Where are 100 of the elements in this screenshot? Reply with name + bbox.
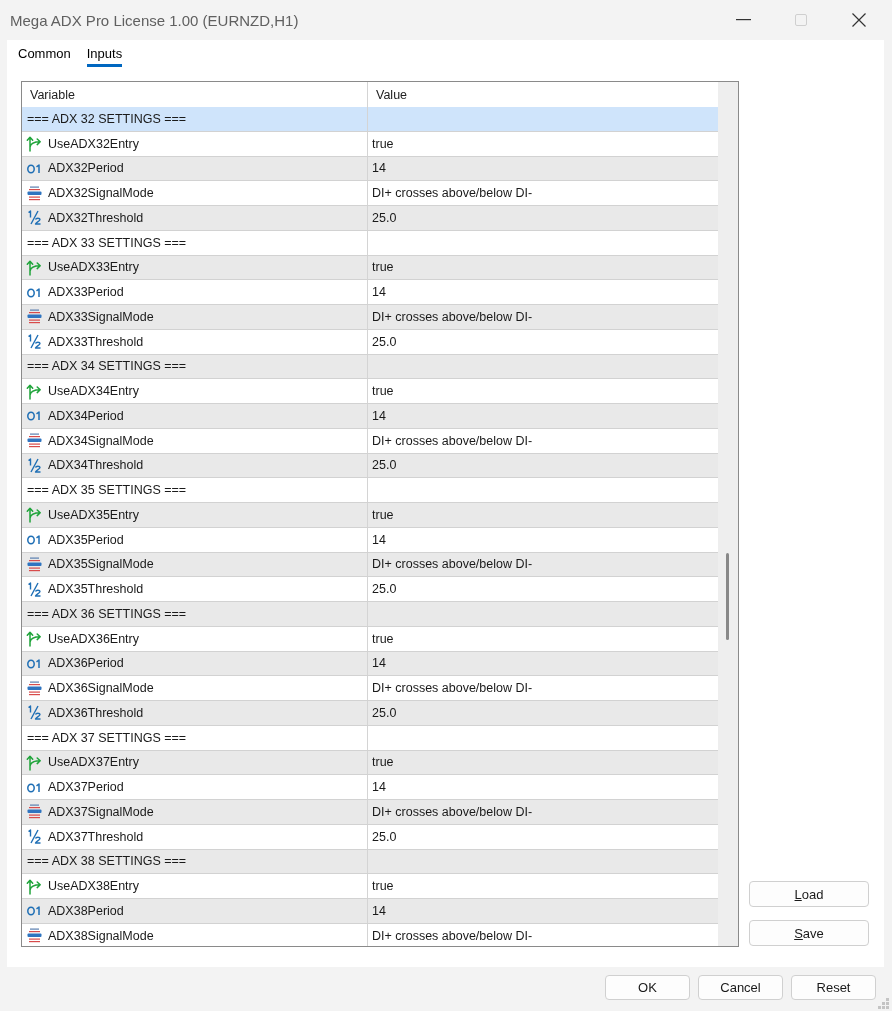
table-row[interactable]: ADX32Threshold 25.0 — [22, 206, 718, 231]
variable-name: ADX32Threshold — [48, 210, 144, 225]
table-row[interactable]: ADX38Period 14 — [22, 899, 718, 924]
variable-name: ADX36SignalMode — [48, 681, 154, 696]
value-text: 14 — [372, 780, 386, 795]
table-row[interactable]: ADX33Threshold 25.0 — [22, 329, 718, 355]
value-text: true — [372, 260, 394, 275]
scrollbar-track[interactable] — [718, 82, 738, 946]
table-row[interactable]: ADX37Period 14 — [22, 775, 718, 800]
value-text: DI+ crosses above/below DI- — [372, 804, 533, 819]
variable-name: ADX35SignalMode — [48, 557, 154, 572]
tab[interactable]: Inputs — [86, 46, 123, 67]
value-text: true — [372, 136, 394, 151]
variable-name: ADX37Threshold — [48, 829, 144, 844]
table-row[interactable]: ADX36SignalMode DI+ crosses above/below DI- — [22, 676, 718, 701]
value-text: DI+ crosses above/below DI- — [372, 557, 533, 572]
variable-name: ADX34Period — [48, 408, 124, 423]
table-row[interactable]: ADX33SignalMode DI+ crosses above/below DI- — [22, 305, 718, 330]
table-row[interactable]: === ADX 36 SETTINGS === — [22, 602, 718, 627]
table-row[interactable]: ADX35Threshold 25.0 — [22, 577, 718, 602]
close-icon — [852, 13, 866, 27]
fraction-icon — [26, 704, 43, 722]
window-title: Mega ADX Pro License 1.00 (EURNZD,H1) — [10, 11, 300, 29]
side-button[interactable]: Save — [749, 920, 869, 946]
scrollbar-thumb[interactable] — [726, 553, 729, 640]
list-lines-icon — [26, 679, 43, 697]
variable-name: ADX36Period — [48, 656, 124, 671]
table-row[interactable]: UseADX36Entry true — [22, 626, 718, 652]
variable-name: === ADX 33 SETTINGS === — [27, 235, 187, 250]
table-row[interactable]: === ADX 37 SETTINGS === — [22, 725, 718, 751]
variable-name: ADX32Period — [48, 161, 124, 176]
list-lines-icon — [26, 432, 43, 450]
table-row[interactable]: ADX34Threshold 25.0 — [22, 453, 718, 479]
table-row[interactable]: ADX34Period 14 — [22, 404, 718, 429]
table-row[interactable]: ADX36Threshold 25.0 — [22, 701, 718, 726]
list-lines-icon — [26, 555, 43, 573]
value-text: 14 — [372, 656, 386, 671]
table-row[interactable]: UseADX32Entry true — [22, 131, 718, 157]
value-text: 25.0 — [372, 582, 397, 597]
variable-name: === ADX 34 SETTINGS === — [27, 359, 187, 374]
variable-name: === ADX 32 SETTINGS === — [27, 111, 187, 126]
fraction-icon — [26, 828, 43, 846]
variable-name: ADX35Period — [48, 532, 124, 547]
minimize-icon — [735, 19, 751, 21]
value-text: true — [372, 384, 394, 399]
table-row[interactable]: UseADX38Entry true — [22, 874, 718, 899]
resize-grip-icon[interactable] — [878, 998, 889, 1009]
value-text: true — [372, 507, 394, 522]
list-lines-icon — [26, 184, 43, 202]
variable-name: === ADX 36 SETTINGS === — [27, 606, 187, 621]
table-row[interactable]: === ADX 33 SETTINGS === — [22, 230, 718, 256]
table-row[interactable]: ADX37Threshold 25.0 — [22, 824, 718, 850]
table-row[interactable]: === ADX 35 SETTINGS === — [22, 478, 718, 503]
maximize-icon — [795, 14, 807, 26]
value-text: DI+ crosses above/below DI- — [372, 433, 533, 448]
table-row[interactable]: UseADX35Entry true — [22, 503, 718, 528]
table-row[interactable]: ADX32Period 14 — [22, 156, 718, 182]
value-text: true — [372, 755, 394, 770]
table-row[interactable]: ADX33Period 14 — [22, 280, 718, 305]
branch-arrow-icon — [26, 382, 43, 400]
table-row[interactable]: UseADX34Entry true — [22, 379, 718, 404]
table-row[interactable]: ADX32SignalMode DI+ crosses above/below DI- — [22, 181, 718, 206]
variable-name: === ADX 37 SETTINGS === — [27, 730, 187, 745]
table-row[interactable]: ADX35Period 14 — [22, 527, 718, 553]
variable-name: ADX36Threshold — [48, 705, 144, 720]
table-row[interactable]: UseADX37Entry true — [22, 750, 718, 776]
table-row[interactable]: === ADX 38 SETTINGS === — [22, 849, 718, 875]
table-row[interactable]: === ADX 32 SETTINGS === — [22, 107, 718, 132]
variable-name: === ADX 38 SETTINGS === — [27, 854, 187, 869]
table-row[interactable]: ADX34SignalMode DI+ crosses above/below DI- — [22, 428, 718, 454]
table-row[interactable]: UseADX33Entry true — [22, 255, 718, 281]
variable-name: === ADX 35 SETTINGS === — [27, 483, 187, 498]
variable-name: UseADX36Entry — [48, 631, 139, 646]
variable-name: ADX33SignalMode — [48, 309, 154, 324]
branch-arrow-icon — [26, 258, 43, 276]
variable-name: ADX37Period — [48, 780, 124, 795]
fraction-icon — [26, 333, 43, 351]
dialog-button[interactable]: Reset — [791, 975, 876, 1000]
branch-arrow-icon — [26, 753, 43, 771]
dialog-button[interactable]: Cancel — [698, 975, 783, 1000]
table-row[interactable]: ADX35SignalMode DI+ crosses above/below DI- — [22, 552, 718, 578]
variable-name: ADX38SignalMode — [48, 928, 154, 943]
value-text: DI+ crosses above/below DI- — [372, 309, 533, 324]
tab[interactable]: Common — [18, 46, 71, 67]
table-row[interactable]: ADX37SignalMode DI+ crosses above/below DI- — [22, 800, 718, 825]
variable-name: ADX33Period — [48, 285, 124, 300]
variable-name: UseADX38Entry — [48, 879, 139, 894]
value-text: 25.0 — [372, 829, 397, 844]
side-button[interactable]: Load — [749, 881, 869, 907]
fraction-icon — [26, 580, 43, 598]
branch-arrow-icon — [26, 135, 43, 153]
variable-name: ADX37SignalMode — [48, 804, 154, 819]
table-row[interactable]: === ADX 34 SETTINGS === — [22, 354, 718, 380]
dialog-button[interactable]: OK — [605, 975, 690, 1000]
variable-name: UseADX37Entry — [48, 755, 139, 770]
value-text: DI+ crosses above/below DI- — [372, 681, 533, 696]
list-lines-icon — [26, 927, 43, 945]
fraction-icon — [26, 456, 43, 474]
variable-name: ADX34SignalMode — [48, 433, 154, 448]
table-row[interactable]: ADX36Period 14 — [22, 651, 718, 677]
